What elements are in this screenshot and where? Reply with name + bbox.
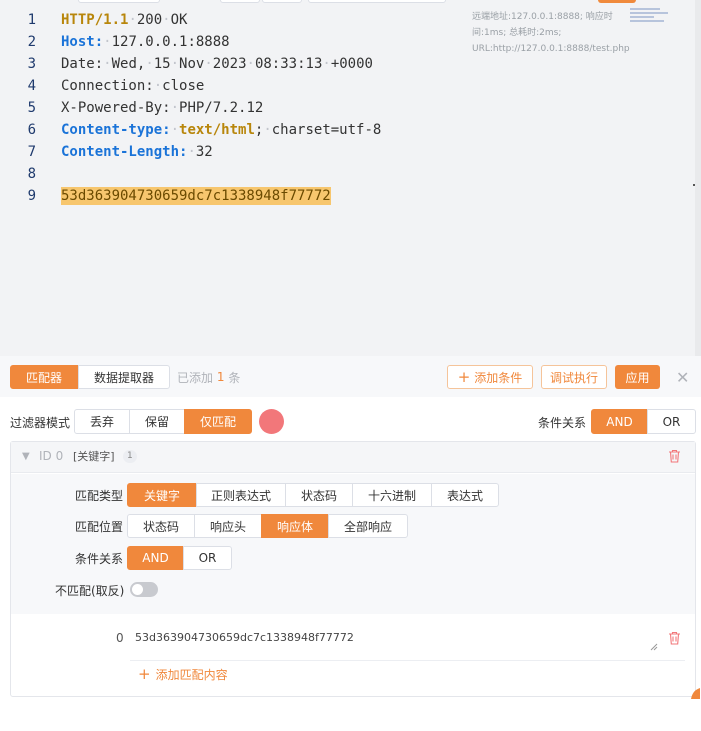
line-number: 2 bbox=[27, 34, 36, 50]
filter-option-discard[interactable]: 丢弃 bbox=[74, 409, 130, 434]
match-value-input[interactable]: 53d363904730659dc7c1338948f77772 bbox=[130, 623, 660, 651]
corner-decoration-icon bbox=[691, 688, 700, 699]
top-toolbar-fragment bbox=[78, 0, 160, 3]
code-line: 2 Host:·127.0.0.1:8888 bbox=[0, 31, 460, 53]
debug-run-button[interactable]: 调试执行 bbox=[541, 365, 607, 389]
tab-matcher[interactable]: 匹配器 bbox=[10, 365, 78, 389]
apply-button[interactable]: 应用 bbox=[615, 365, 660, 389]
line-number: 5 bbox=[27, 100, 36, 116]
response-info: 远端地址:127.0.0.1:8888; 响应时间:1ms; 总耗时:2ms; … bbox=[472, 12, 630, 54]
code-line: 9 53d363904730659dc7c1338948f77772 bbox=[0, 185, 460, 207]
condition-relation-label: 条件关系 bbox=[538, 415, 587, 430]
code-lines: 1 HTTP/1.1·200·OK 2 Host:·127.0.0.1:8888… bbox=[0, 9, 460, 207]
code-line: 4 Connection:·close bbox=[0, 75, 460, 97]
line-content: HTTP/1.1·200·OK bbox=[61, 12, 188, 28]
line-content: 53d363904730659dc7c1338948f77772 bbox=[44, 187, 331, 205]
relation-or-button[interactable]: OR bbox=[647, 409, 696, 434]
top-toolbar-fragment bbox=[598, 0, 636, 3]
match-position-label: 匹配位置 bbox=[75, 519, 124, 534]
line-number: 6 bbox=[27, 122, 36, 138]
rule-relation-or[interactable]: OR bbox=[183, 546, 232, 570]
match-type-keyword[interactable]: 关键字 bbox=[127, 483, 197, 507]
match-pos-body[interactable]: 响应体 bbox=[261, 514, 329, 538]
rule-type-tag: [关键字] bbox=[73, 450, 115, 463]
add-match-content-button[interactable]: + 添加匹配内容 bbox=[138, 665, 228, 683]
negate-label: 不匹配(取反) bbox=[55, 583, 125, 598]
close-icon[interactable]: ✕ bbox=[676, 368, 689, 387]
highlighted-match: 53d363904730659dc7c1338948f77772 bbox=[61, 187, 331, 205]
trash-icon[interactable] bbox=[668, 631, 681, 645]
divider bbox=[130, 660, 685, 661]
match-type-hex[interactable]: 十六进制 bbox=[352, 483, 432, 507]
line-number: 9 bbox=[27, 188, 36, 204]
match-pos-full-response[interactable]: 全部响应 bbox=[328, 514, 408, 538]
match-type-expression[interactable]: 表达式 bbox=[431, 483, 499, 507]
tab-data-extractor[interactable]: 数据提取器 bbox=[78, 365, 170, 389]
relation-and-button[interactable]: AND bbox=[591, 409, 648, 434]
line-number: 3 bbox=[27, 56, 36, 72]
line-content: Host:·127.0.0.1:8888 bbox=[61, 34, 230, 50]
filter-option-match-only[interactable]: 仅匹配 bbox=[184, 409, 252, 434]
line-content: X-Powered-By:·PHP/7.2.12 bbox=[61, 100, 264, 116]
resize-handle-icon[interactable] bbox=[650, 643, 658, 651]
scrollbar-marker[interactable] bbox=[693, 184, 695, 186]
rule-relation-label: 条件关系 bbox=[75, 551, 124, 566]
value-index: 0 bbox=[116, 631, 124, 645]
line-content: Content-Length:·32 bbox=[61, 144, 213, 160]
line-number: 7 bbox=[27, 144, 36, 160]
line-number: 4 bbox=[27, 78, 36, 94]
code-line: 8 bbox=[0, 163, 460, 185]
rule-id: ID 0 bbox=[39, 449, 64, 463]
minimap[interactable] bbox=[630, 8, 668, 28]
rule-count-badge: 1 bbox=[123, 450, 137, 463]
code-line: 5 X-Powered-By:·PHP/7.2.12 bbox=[0, 97, 460, 119]
add-condition-button[interactable]: + 添加条件 bbox=[447, 365, 533, 389]
code-line: 3 Date:·Wed,·15·Nov·2023·08:33:13·+0000 bbox=[0, 53, 460, 75]
line-content: Date:·Wed,·15·Nov·2023·08:33:13·+0000 bbox=[61, 56, 373, 72]
rule-relation-and[interactable]: AND bbox=[127, 546, 184, 570]
added-count-text: 已添加 1 条 bbox=[177, 370, 241, 385]
code-line: 7 Content-Length:·32 bbox=[0, 141, 460, 163]
match-type-label: 匹配类型 bbox=[75, 488, 124, 503]
top-toolbar-fragment bbox=[220, 0, 260, 3]
line-number: 8 bbox=[27, 166, 36, 182]
code-line: 1 HTTP/1.1·200·OK bbox=[0, 9, 460, 31]
filter-mode-label: 过滤器模式 bbox=[10, 415, 71, 430]
line-content: Content-type:·text/html;·charset=utf-8 bbox=[61, 122, 382, 138]
plus-icon: + bbox=[138, 665, 151, 683]
match-type-status-code[interactable]: 状态码 bbox=[285, 483, 353, 507]
match-pos-headers[interactable]: 响应头 bbox=[194, 514, 262, 538]
plus-icon: + bbox=[457, 368, 471, 386]
chevron-down-icon[interactable]: ▼ bbox=[22, 448, 30, 464]
top-toolbar-fragment bbox=[308, 0, 446, 3]
rule-card bbox=[10, 441, 696, 697]
line-number: 1 bbox=[27, 12, 36, 28]
code-line: 6 Content-type:·text/html;·charset=utf-8 bbox=[0, 119, 460, 141]
top-toolbar-fragment bbox=[262, 0, 302, 3]
line-content: Connection:·close bbox=[61, 78, 205, 94]
filter-option-keep[interactable]: 保留 bbox=[129, 409, 185, 434]
negate-toggle[interactable] bbox=[130, 582, 158, 597]
match-pos-status-code[interactable]: 状态码 bbox=[127, 514, 195, 538]
record-indicator bbox=[259, 409, 284, 434]
trash-icon[interactable] bbox=[668, 449, 681, 463]
response-viewer[interactable]: 1 HTTP/1.1·200·OK 2 Host:·127.0.0.1:8888… bbox=[0, 0, 701, 356]
http-matcher-panel: 1 HTTP/1.1·200·OK 2 Host:·127.0.0.1:8888… bbox=[0, 0, 701, 731]
match-type-regex[interactable]: 正则表达式 bbox=[196, 483, 286, 507]
